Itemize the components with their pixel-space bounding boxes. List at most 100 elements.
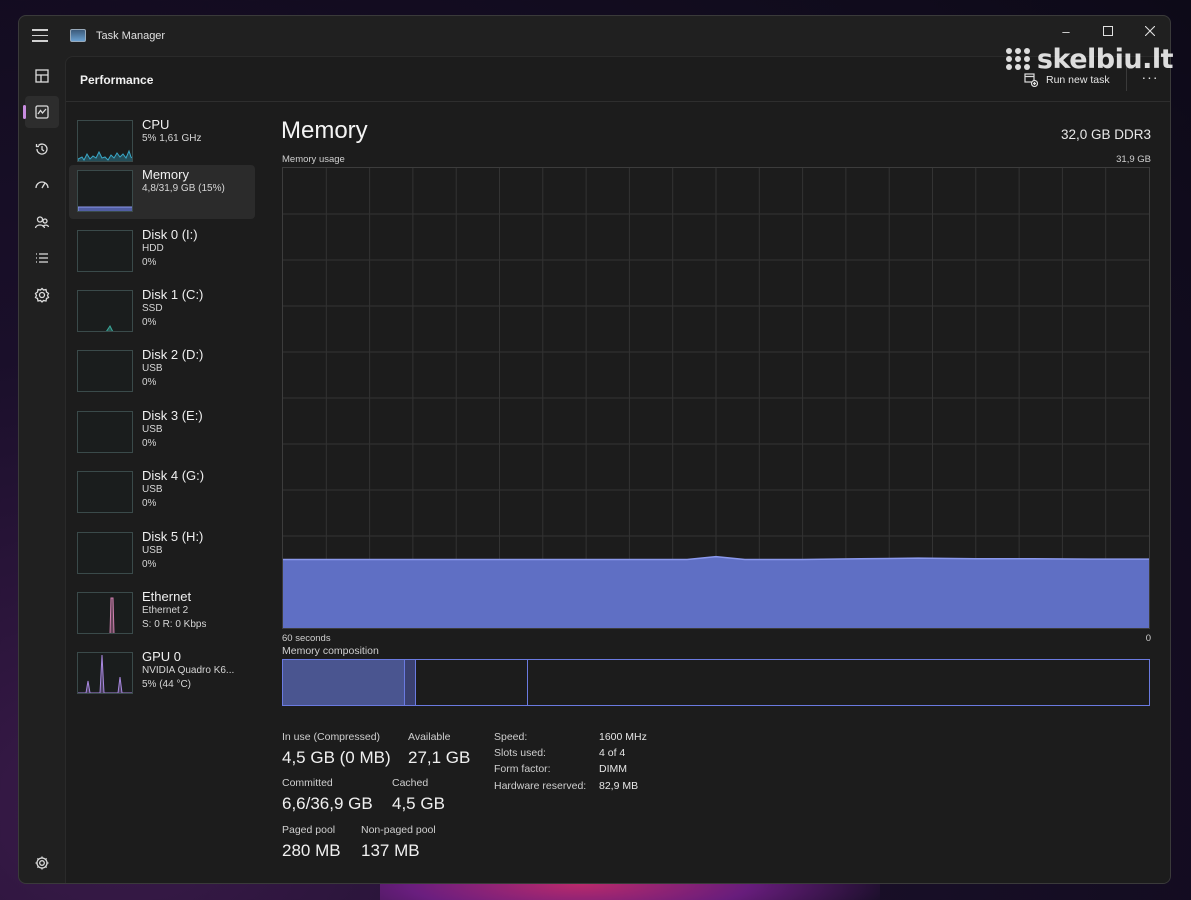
perf-item-name: Disk 2 (D:) xyxy=(142,347,204,362)
menu-icon[interactable] xyxy=(32,29,48,43)
perf-item-sub2: S: 0 R: 0 Kbps xyxy=(142,619,207,630)
nav-performance[interactable] xyxy=(23,96,59,128)
perf-item-cpu-0[interactable]: CPU 5% 1,61 GHz xyxy=(69,115,255,169)
perf-item-sub1: NVIDIA Quadro K6... xyxy=(142,665,235,676)
perf-item-disk-5[interactable]: Disk 3 (E:) USB 0% xyxy=(69,406,255,460)
title-bar: Task Manager – xyxy=(19,16,1170,56)
speed-value: 1600 MHz xyxy=(599,731,647,743)
slots-used-value: 4 of 4 xyxy=(599,747,626,759)
perf-item-sub1: HDD xyxy=(142,243,164,254)
perf-thumbnail xyxy=(77,350,133,392)
committed-label: Committed xyxy=(282,777,333,789)
perf-item-disk-4[interactable]: Disk 2 (D:) USB 0% xyxy=(69,345,255,399)
perf-thumbnail-graph xyxy=(78,412,133,453)
perf-item-sub2: 0% xyxy=(142,377,157,388)
memory-usage-label: Memory usage xyxy=(282,154,345,165)
detail-title: Memory xyxy=(281,117,368,144)
memory-usage-max: 31,9 GB xyxy=(1116,154,1151,165)
memory-composition-bar xyxy=(282,659,1150,706)
perf-item-sub1: USB xyxy=(142,545,163,556)
navigation-rail xyxy=(19,56,65,883)
perf-item-gpu-9[interactable]: GPU 0 NVIDIA Quadro K6... 5% (44 °C) xyxy=(69,647,255,701)
memory-usage-chart xyxy=(282,167,1150,629)
task-manager-window: Task Manager – Performance Run new task … xyxy=(18,15,1171,884)
in-use-value: 4,5 GB (0 MB) xyxy=(282,748,391,767)
perf-item-name: Memory xyxy=(142,167,189,182)
perf-thumbnail xyxy=(77,471,133,513)
nav-details[interactable] xyxy=(25,242,59,274)
nav-startup-apps[interactable] xyxy=(25,169,59,201)
perf-item-name: GPU 0 xyxy=(142,649,182,664)
perf-item-name: Disk 5 (H:) xyxy=(142,529,204,544)
form-factor-value: DIMM xyxy=(599,763,627,775)
perf-thumbnail-graph xyxy=(78,533,133,574)
perf-thumbnail xyxy=(77,120,133,162)
paged-pool-label: Paged pool xyxy=(282,824,336,836)
close-button[interactable] xyxy=(1128,16,1170,46)
perf-thumbnail-line xyxy=(109,597,115,633)
cached-label: Cached xyxy=(392,777,429,789)
perf-item-sub2: 0% xyxy=(142,438,157,449)
perf-item-ethernet-8[interactable]: Ethernet Ethernet 2 S: 0 R: 0 Kbps xyxy=(69,587,255,641)
composition-segment-standby[interactable] xyxy=(416,660,529,705)
perf-item-sub2: 0% xyxy=(142,317,157,328)
perf-item-disk-6[interactable]: Disk 4 (G:) USB 0% xyxy=(69,466,255,520)
cached-value: 4,5 GB xyxy=(392,794,445,813)
perf-item-disk-2[interactable]: Disk 0 (I:) HDD 0% xyxy=(69,225,255,279)
perf-item-sub1: USB xyxy=(142,424,163,435)
perf-item-sub1: SSD xyxy=(142,303,163,314)
composition-segment-modified[interactable] xyxy=(405,660,417,705)
perf-item-disk-7[interactable]: Disk 5 (H:) USB 0% xyxy=(69,527,255,581)
watermark-logo-icon xyxy=(1005,48,1031,70)
run-task-icon xyxy=(1024,73,1038,87)
perf-item-sub2: 0% xyxy=(142,498,157,509)
performance-icon xyxy=(35,105,49,119)
perf-thumbnail xyxy=(77,290,133,332)
hardware-reserved-value: 82,9 MB xyxy=(599,780,639,792)
perf-thumbnail xyxy=(77,592,133,634)
perf-item-sub2: 0% xyxy=(142,257,157,268)
in-use-label: In use (Compressed) xyxy=(282,731,381,743)
time-axis-left: 60 seconds xyxy=(282,633,331,644)
composition-segment-in-use[interactable] xyxy=(283,660,406,705)
processes-icon xyxy=(35,69,49,83)
perf-thumbnail-graph xyxy=(78,654,132,693)
committed-value: 6,6/36,9 GB xyxy=(282,794,373,813)
hardware-reserved-label: Hardware reserved: xyxy=(494,780,587,792)
perf-item-memory-1[interactable]: Memory 4,8/31,9 GB (15%) xyxy=(69,165,255,219)
form-factor-label: Form factor: xyxy=(494,763,551,775)
perf-thumbnail-graph xyxy=(78,231,133,272)
perf-item-name: Ethernet xyxy=(142,589,192,604)
composition-segment-free[interactable] xyxy=(528,660,1149,705)
users-icon xyxy=(34,216,50,229)
nav-settings[interactable] xyxy=(25,847,59,879)
memory-usage-graph xyxy=(283,168,1149,628)
perf-thumbnail-line xyxy=(78,206,132,211)
run-new-task-label: Run new task xyxy=(1046,74,1110,86)
paged-pool-value: 280 MB xyxy=(282,841,341,860)
maximize-button[interactable] xyxy=(1086,16,1130,46)
window-title: Task Manager xyxy=(96,30,166,42)
maximize-icon xyxy=(1103,26,1113,36)
perf-item-disk1-3[interactable]: Disk 1 (C:) SSD 0% xyxy=(69,285,255,339)
nav-services[interactable] xyxy=(25,279,59,311)
details-icon xyxy=(36,253,48,263)
non-paged-pool-value: 137 MB xyxy=(361,841,420,860)
perf-thumbnail xyxy=(77,230,133,272)
memory-spec: 32,0 GB DDR3 xyxy=(1060,127,1151,142)
startup-icon xyxy=(35,181,49,189)
perf-thumbnail xyxy=(77,532,133,574)
available-label: Available xyxy=(408,731,451,743)
nav-processes[interactable] xyxy=(25,60,59,92)
history-icon xyxy=(35,143,48,155)
perf-thumbnail-graph xyxy=(78,206,132,211)
nav-users[interactable] xyxy=(25,206,59,238)
memory-usage-area xyxy=(283,556,1149,628)
gear-icon xyxy=(35,856,49,870)
nav-app-history[interactable] xyxy=(25,133,59,165)
perf-thumbnail-graph xyxy=(78,351,133,392)
services-icon xyxy=(34,287,50,303)
minimize-button[interactable]: – xyxy=(1044,16,1088,46)
perf-thumbnail-line xyxy=(106,325,114,331)
time-axis-right: 0 xyxy=(1145,633,1151,644)
